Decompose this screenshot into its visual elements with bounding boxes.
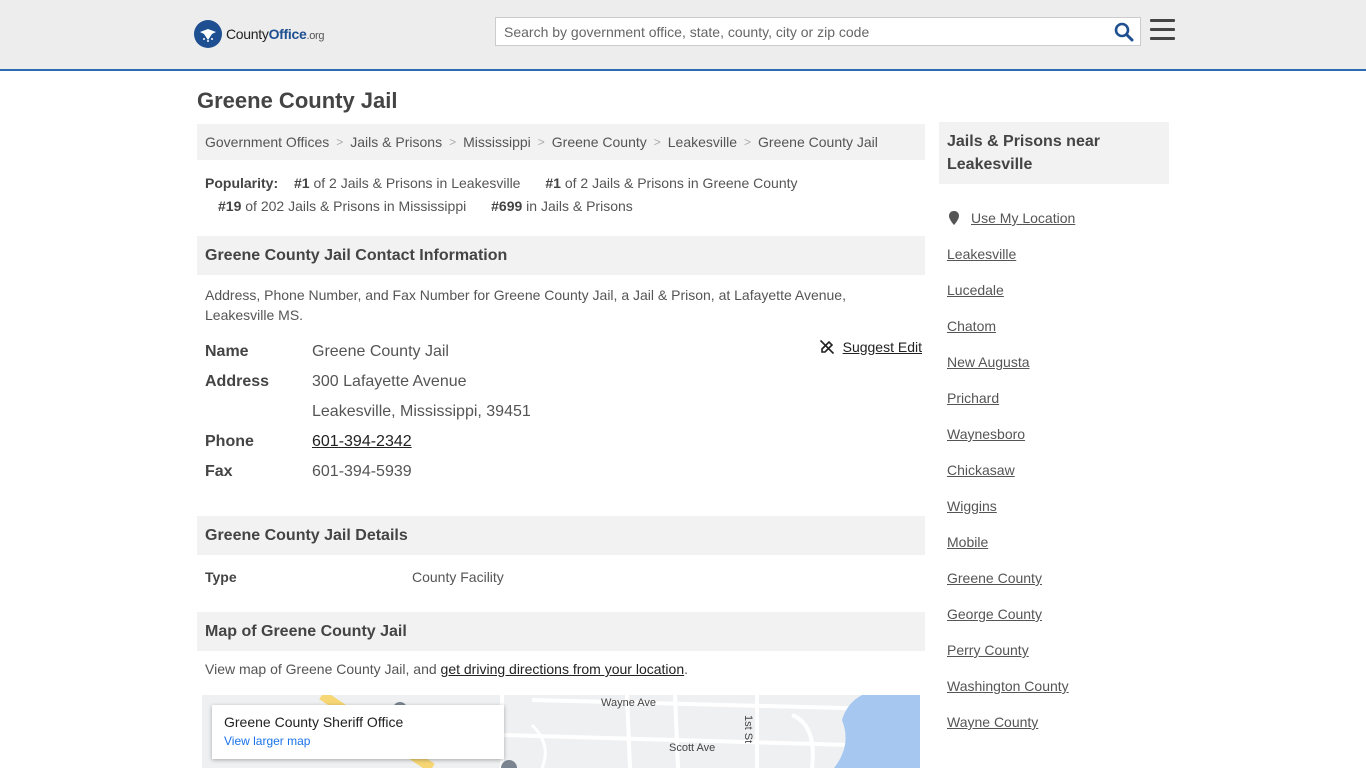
contact-row-name: Name Greene County Jail — [205, 337, 925, 367]
fax-value: 601-394-5939 — [312, 463, 412, 480]
sidebar-item-george-county[interactable]: George County — [947, 596, 1167, 632]
sidebar-item-mobile[interactable]: Mobile — [947, 524, 1167, 560]
chevron-right-icon: > — [336, 135, 344, 149]
street-label: Wayne Ave — [601, 697, 657, 709]
sidebar-link[interactable]: Mobile — [947, 534, 988, 550]
sidebar-link[interactable]: Wayne County — [947, 714, 1038, 730]
sidebar-heading: Jails & Prisons near Leakesville — [939, 122, 1169, 184]
eagle-logo-icon — [194, 20, 222, 48]
map-pin-icon — [949, 211, 959, 225]
popularity-item: #19 of 202 Jails & Prisons in Mississipp… — [218, 198, 467, 214]
breadcrumb-city[interactable]: Leakesville — [668, 134, 737, 150]
fax-label: Fax — [205, 463, 233, 480]
sidebar-link[interactable]: Washington County — [947, 678, 1069, 694]
address-line2: Leakesville, Mississippi, 39451 — [312, 403, 531, 420]
top-bar: CountyOffice.org — [0, 0, 1366, 71]
sidebar-link[interactable]: Perry County — [947, 642, 1029, 658]
chevron-right-icon: > — [449, 135, 457, 149]
sidebar-item-perry-county[interactable]: Perry County — [947, 632, 1167, 668]
breadcrumb-jails-prisons[interactable]: Jails & Prisons — [350, 134, 442, 150]
search-icon[interactable] — [1114, 22, 1134, 42]
popularity-rankings: Popularity: #1 of 2 Jails & Prisons in L… — [205, 172, 905, 218]
suggest-edit-label: Suggest Edit — [842, 339, 922, 355]
contact-details: Suggest Edit Name Greene County Jail Add… — [205, 337, 925, 487]
chevron-right-icon: > — [537, 135, 545, 149]
street-label: 1st St — [742, 715, 754, 744]
sidebar-item-prichard[interactable]: Prichard — [947, 380, 1167, 416]
search-box — [495, 17, 1141, 46]
breadcrumb-current: Greene County Jail — [758, 134, 878, 150]
sidebar-item-waynesboro[interactable]: Waynesboro — [947, 416, 1167, 452]
name-label: Name — [205, 343, 249, 360]
type-label: Type — [205, 569, 237, 585]
phone-label: Phone — [205, 433, 254, 450]
breadcrumb: Government Offices > Jails & Prisons > M… — [197, 124, 925, 160]
sidebar-link[interactable]: Wiggins — [947, 498, 997, 514]
chevron-right-icon: > — [744, 135, 752, 149]
chevron-right-icon: > — [653, 135, 661, 149]
sidebar-item-leakesville[interactable]: Leakesville — [947, 236, 1167, 272]
sidebar-item-washington-county[interactable]: Washington County — [947, 668, 1167, 704]
map-info-card: Greene County Sheriff Office View larger… — [212, 705, 504, 759]
page-title: Greene County Jail — [197, 88, 398, 113]
sidebar-item-lucedale[interactable]: Lucedale — [947, 272, 1167, 308]
details-section-heading: Greene County Jail Details — [197, 516, 925, 555]
map-place-title: Greene County Sheriff Office — [224, 714, 404, 730]
sidebar-item-wayne-county[interactable]: Wayne County — [947, 704, 1167, 740]
contact-row-phone: Phone 601-394-2342 — [205, 427, 925, 457]
sidebar-link[interactable]: Chatom — [947, 318, 996, 334]
sidebar-link[interactable]: Lucedale — [947, 282, 1004, 298]
contact-row-address2: Leakesville, Mississippi, 39451 — [205, 397, 925, 427]
embedded-map[interactable]: Wayne Ave Scott Ave 1st St Greene County… — [202, 695, 920, 768]
sidebar-item-wiggins[interactable]: Wiggins — [947, 488, 1167, 524]
suggest-edit-link[interactable]: Suggest Edit — [819, 339, 922, 355]
sidebar-item-chickasaw[interactable]: Chickasaw — [947, 452, 1167, 488]
use-my-location-link[interactable]: Use My Location — [971, 210, 1075, 226]
popularity-label: Popularity: — [205, 175, 279, 191]
popularity-item: #1 of 2 Jails & Prisons in Leakesville — [294, 175, 521, 191]
contact-description: Address, Phone Number, and Fax Number fo… — [205, 287, 846, 323]
address-line1: 300 Lafayette Avenue — [312, 373, 467, 390]
sidebar-item-chatom[interactable]: Chatom — [947, 308, 1167, 344]
sidebar-link[interactable]: Greene County — [947, 570, 1042, 586]
use-my-location[interactable]: Use My Location — [947, 200, 1167, 236]
sidebar-link[interactable]: Waynesboro — [947, 426, 1025, 442]
driving-directions-link[interactable]: get driving directions from your locatio… — [441, 661, 685, 677]
sidebar-link[interactable]: George County — [947, 606, 1042, 622]
sidebar-link[interactable]: Leakesville — [947, 246, 1016, 262]
sidebar-item-new-augusta[interactable]: New Augusta — [947, 344, 1167, 380]
contact-row-address: Address 300 Lafayette Avenue — [205, 367, 925, 397]
logo-text: CountyOffice.org — [226, 26, 325, 42]
map-description: View map of Greene County Jail, and get … — [205, 661, 688, 677]
view-larger-map-link[interactable]: View larger map — [224, 734, 492, 748]
type-value: County Facility — [412, 569, 504, 585]
address-label: Address — [205, 373, 270, 390]
phone-link[interactable]: 601-394-2342 — [312, 433, 412, 450]
site-logo[interactable]: CountyOffice.org — [194, 20, 325, 48]
breadcrumb-state[interactable]: Mississippi — [463, 134, 531, 150]
sidebar-link[interactable]: New Augusta — [947, 354, 1030, 370]
sidebar-link[interactable]: Prichard — [947, 390, 999, 406]
contact-row-fax: Fax 601-394-5939 — [205, 457, 925, 487]
edit-off-icon — [819, 339, 834, 355]
contact-section-heading: Greene County Jail Contact Information — [197, 236, 925, 275]
popularity-item: #699 in Jails & Prisons — [491, 198, 633, 214]
search-input[interactable] — [496, 18, 1096, 45]
name-value: Greene County Jail — [312, 343, 449, 360]
map-section-heading: Map of Greene County Jail — [197, 612, 925, 651]
breadcrumb-county[interactable]: Greene County — [552, 134, 647, 150]
street-label: Scott Ave — [669, 742, 716, 754]
details-row-type: Type County Facility — [205, 569, 504, 585]
sidebar-item-greene-county[interactable]: Greene County — [947, 560, 1167, 596]
breadcrumb-government-offices[interactable]: Government Offices — [205, 134, 329, 150]
hamburger-menu-icon[interactable] — [1150, 19, 1175, 41]
popularity-item: #1 of 2 Jails & Prisons in Greene County — [545, 175, 798, 191]
sidebar-link[interactable]: Chickasaw — [947, 462, 1015, 478]
sidebar-nearby-list: Use My Location Leakesville Lucedale Cha… — [947, 200, 1167, 740]
